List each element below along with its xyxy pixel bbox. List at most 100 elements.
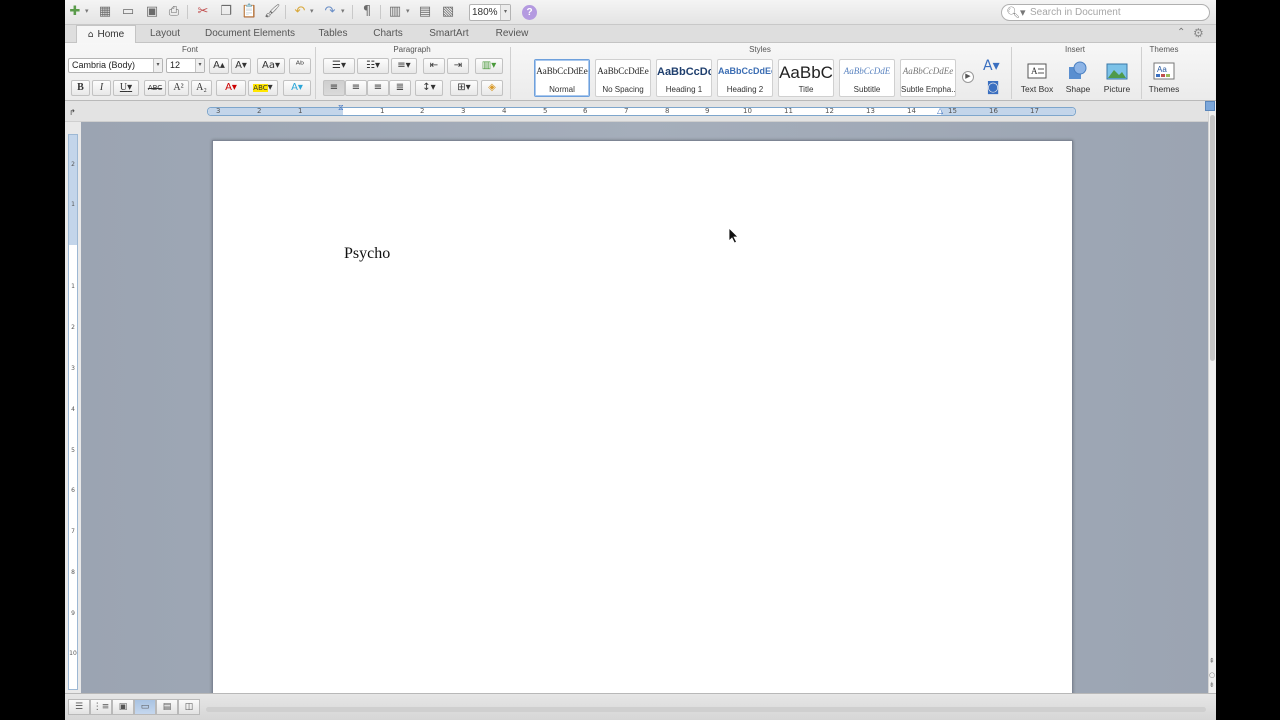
font-color-button[interactable]: A▾ xyxy=(216,80,246,96)
sidebar-dropdown-icon[interactable]: ▾ xyxy=(406,7,410,15)
manage-styles-icon[interactable]: ◙ xyxy=(985,80,1001,96)
underline-button[interactable]: U▾ xyxy=(113,80,139,96)
style-heading-2[interactable]: AaBbCcDdEe Heading 2 xyxy=(717,59,773,97)
align-right-button[interactable]: ≡ xyxy=(367,80,389,96)
chevron-down-icon[interactable]: ▾ xyxy=(153,59,162,72)
increase-indent-button[interactable]: ⇥ xyxy=(447,58,469,74)
new-document-icon[interactable]: ✚ xyxy=(67,4,83,20)
new-dropdown-icon[interactable]: ▾ xyxy=(85,7,89,15)
highlight-button[interactable]: ABC▾ xyxy=(248,80,278,96)
paste-icon[interactable]: 📋 xyxy=(241,4,257,20)
zoom-dropdown-icon[interactable]: ▾ xyxy=(500,5,510,20)
help-icon[interactable]: ? xyxy=(522,5,537,20)
horizontal-scrollbar[interactable] xyxy=(206,707,1206,712)
styles-scroll-right-icon[interactable]: ▶ xyxy=(962,71,974,83)
draft-view-button[interactable]: ☰ xyxy=(68,699,90,715)
text-box-button[interactable]: A Text Box xyxy=(1018,59,1056,99)
tab-stop-selector-icon[interactable]: ↱ xyxy=(69,108,76,117)
document-text[interactable]: Psycho xyxy=(344,245,390,263)
zoom-select[interactable]: 180% ▾ xyxy=(469,4,511,21)
redo-icon[interactable]: ↷ xyxy=(322,4,338,20)
justify-button[interactable]: ≣ xyxy=(389,80,411,96)
right-indent-marker-icon[interactable]: △ xyxy=(937,106,943,115)
numbering-button[interactable]: ☷▾ xyxy=(357,58,389,74)
tab-charts[interactable]: Charts xyxy=(365,25,411,43)
shading-button[interactable]: ◈ xyxy=(481,80,503,96)
gallery-icon[interactable]: ▤ xyxy=(417,4,433,20)
align-left-button[interactable]: ≡ xyxy=(323,80,345,96)
publishing-view-button[interactable]: ▣ xyxy=(112,699,134,715)
undo-icon[interactable]: ↶ xyxy=(292,4,308,20)
notebook-view-button[interactable]: ▤ xyxy=(156,699,178,715)
themes-button[interactable]: Aa Themes xyxy=(1145,59,1183,99)
undo-dropdown-icon[interactable]: ▾ xyxy=(310,7,314,15)
decrease-indent-button[interactable]: ⇤ xyxy=(423,58,445,74)
toolbox-icon[interactable]: ▧ xyxy=(440,4,456,20)
style-subtitle[interactable]: AaBbCcDdE Subtitle xyxy=(839,59,895,97)
clear-formatting-button[interactable]: ᴬᵇ xyxy=(289,58,311,74)
style-title[interactable]: AaBbC Title xyxy=(778,59,834,97)
cut-icon[interactable]: ✂ xyxy=(195,4,211,20)
align-center-button[interactable]: ≡ xyxy=(345,80,367,96)
show-formatting-icon[interactable]: ¶ xyxy=(359,4,375,20)
focus-view-button[interactable]: ◫ xyxy=(178,699,200,715)
sidebar-icon[interactable]: ▥ xyxy=(387,4,403,20)
style-no-spacing[interactable]: AaBbCcDdEe No Spacing xyxy=(595,59,651,97)
multilevel-list-button[interactable]: ≡▾ xyxy=(391,58,417,74)
vertical-ruler[interactable]: 2 1 1 2 3 4 5 6 7 8 9 10 xyxy=(68,134,78,690)
strikethrough-button[interactable]: ABC xyxy=(144,80,166,96)
text-styles-icon[interactable]: A▾ xyxy=(983,58,1000,74)
ruler-toggle-icon[interactable] xyxy=(1205,101,1215,111)
subscript-button[interactable]: A₂ xyxy=(191,80,212,96)
search-input[interactable] xyxy=(1030,6,1205,19)
open-icon[interactable]: ▭ xyxy=(120,4,136,20)
previous-page-icon[interactable]: ⇞ xyxy=(1209,657,1215,665)
document-page[interactable]: Psycho xyxy=(212,140,1073,700)
style-heading-1[interactable]: AaBbCcDc Heading 1 xyxy=(656,59,712,97)
scrollbar-thumb[interactable] xyxy=(1210,115,1215,361)
italic-button[interactable]: I xyxy=(92,80,111,96)
tab-review[interactable]: Review xyxy=(489,25,535,43)
change-case-button[interactable]: Aa▾ xyxy=(257,58,285,74)
gear-icon[interactable]: ⚙ xyxy=(1193,26,1204,40)
outline-view-button[interactable]: ⋮≡ xyxy=(90,699,112,715)
print-icon[interactable]: ⎙ xyxy=(166,4,182,20)
line-spacing-button[interactable]: ↕▾ xyxy=(415,80,443,96)
search-icon[interactable]: 🔍︎▾ xyxy=(1006,5,1026,20)
style-normal[interactable]: AaBbCcDdEe Normal xyxy=(534,59,590,97)
document-canvas[interactable]: Psycho xyxy=(81,122,1208,700)
redo-dropdown-icon[interactable]: ▾ xyxy=(341,7,345,15)
text-effects-button[interactable]: A▾ xyxy=(283,80,311,96)
indent-marker-icon[interactable]: ⧖ xyxy=(338,103,344,113)
superscript-button[interactable]: A² xyxy=(168,80,189,96)
columns-button[interactable]: ▥▾ xyxy=(475,58,503,74)
borders-button[interactable]: ⊞▾ xyxy=(450,80,478,96)
templates-icon[interactable]: ▦ xyxy=(97,4,113,20)
search-box[interactable]: 🔍︎▾ xyxy=(1001,4,1210,21)
style-subtle-emphasis[interactable]: AaBbCcDdEe Subtle Empha... xyxy=(900,59,956,97)
tab-document-elements[interactable]: Document Elements xyxy=(195,25,305,43)
tab-home[interactable]: ⌂ Home xyxy=(76,25,136,43)
format-painter-icon[interactable]: 🖌 xyxy=(264,4,281,20)
font-name-select[interactable]: Cambria (Body) ▾ xyxy=(68,58,163,73)
tab-smartart[interactable]: SmartArt xyxy=(421,25,477,43)
tab-tables[interactable]: Tables xyxy=(311,25,355,43)
bullets-button[interactable]: ☰▾ xyxy=(323,58,355,74)
shape-button[interactable]: Shape xyxy=(1059,59,1097,99)
save-icon[interactable]: ▣ xyxy=(144,4,160,20)
font-size-select[interactable]: 12 ▾ xyxy=(166,58,205,73)
copy-icon[interactable]: ❐ xyxy=(218,4,234,20)
chevron-down-icon[interactable]: ▾ xyxy=(195,59,204,72)
collapse-ribbon-icon[interactable]: ⌃ xyxy=(1177,27,1185,38)
horizontal-ruler[interactable]: 3 2 1 1 2 3 4 5 6 7 8 9 10 11 12 13 14 1… xyxy=(207,103,1076,116)
next-page-icon[interactable]: ⇟ xyxy=(1209,681,1215,689)
browse-object-icon[interactable]: ○ xyxy=(1209,671,1215,679)
tab-layout[interactable]: Layout xyxy=(141,25,189,43)
vertical-scrollbar[interactable]: ⇞ ○ ⇟ xyxy=(1208,101,1216,693)
print-layout-button[interactable]: ▭ xyxy=(134,699,156,715)
picture-button[interactable]: Picture xyxy=(1098,59,1136,99)
grow-font-button[interactable]: A▴ xyxy=(209,58,229,74)
bold-button[interactable]: B xyxy=(71,80,90,96)
shrink-font-button[interactable]: A▾ xyxy=(231,58,251,74)
bullet-list-icon: ☰▾ xyxy=(332,60,346,71)
